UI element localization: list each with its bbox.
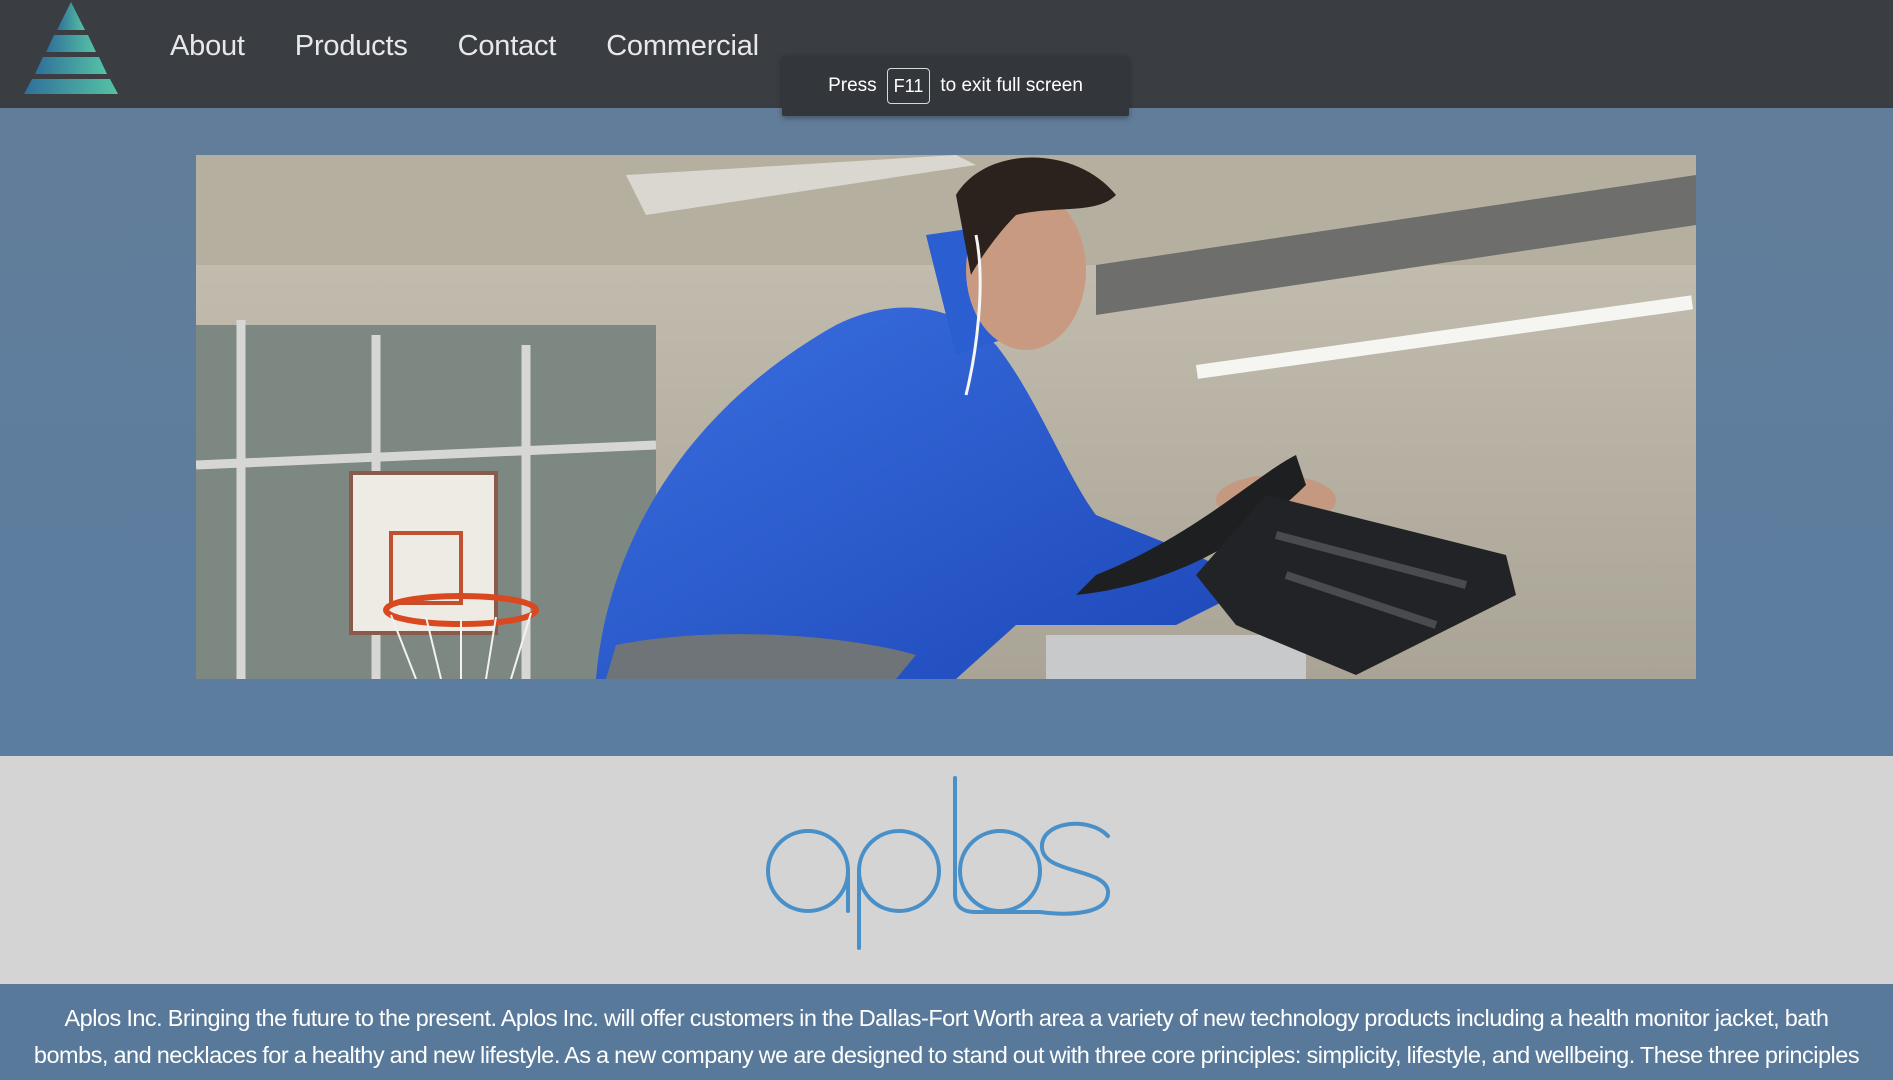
fullscreen-exit-toast: Press F11 to exit full screen [782,56,1129,116]
toast-prefix: Press [828,75,877,96]
nav-link-contact[interactable]: Contact [458,30,557,63]
toast-suffix: to exit full screen [940,75,1083,96]
nav-link-products[interactable]: Products [295,30,408,63]
main-nav: About Products Contact Commercial [170,30,759,63]
hero-photo [196,155,1696,679]
aplos-wordmark-logo [760,776,1130,956]
nav-link-commercial[interactable]: Commercial [606,30,759,63]
page: About Products Contact Commercial Aplos … [0,0,1893,1080]
f11-key-badge: F11 [886,68,931,104]
company-description: Aplos Inc. Bringing the future to the pr… [33,1005,1860,1080]
pyramid-logo-icon[interactable] [18,0,124,96]
nav-link-about[interactable]: About [170,30,245,63]
